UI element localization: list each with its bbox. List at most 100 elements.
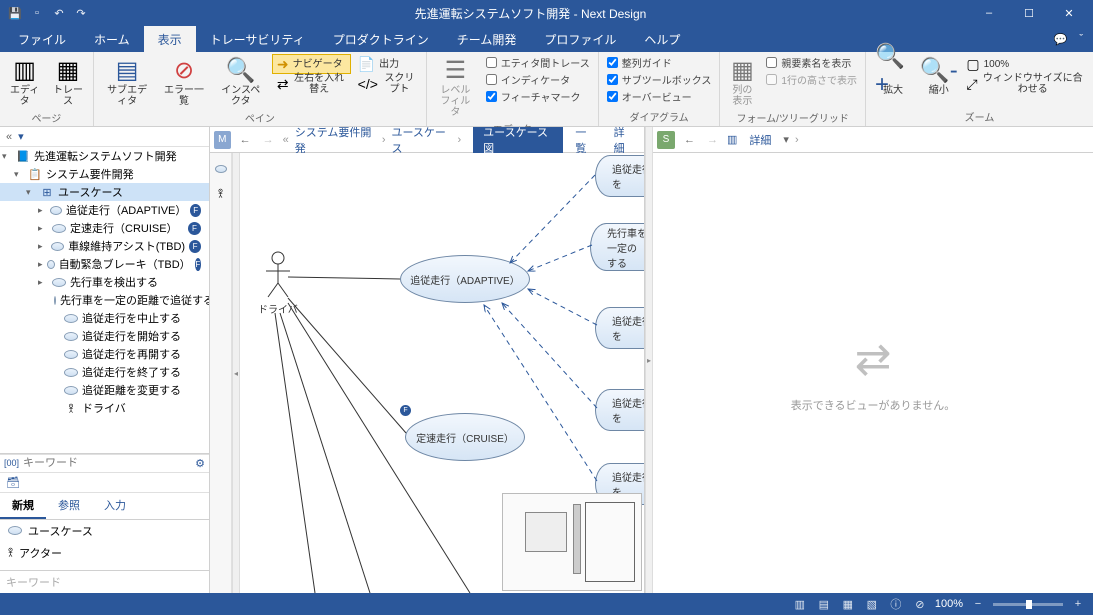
chk-subtoolbox[interactable]: サブツールボックス — [603, 71, 716, 88]
tool-actor[interactable]: 𖨆 — [213, 185, 229, 201]
status-layout1-icon[interactable]: ▥ — [791, 598, 809, 611]
zoom-in-button[interactable]: 🔍+拡大 — [870, 54, 916, 99]
tree-filter-input[interactable] — [23, 457, 191, 469]
sub-nav-back-icon[interactable]: ← — [681, 134, 698, 146]
status-error-icon[interactable]: ⊘ — [911, 598, 929, 611]
chk-parent-name[interactable]: 親要素名を表示 — [762, 54, 861, 71]
palette-tab-ref[interactable]: 参照 — [46, 493, 92, 519]
sub-nav-fwd-icon[interactable]: → — [704, 134, 721, 146]
subeditor-button[interactable]: ▤サブエディタ — [98, 54, 157, 110]
menu-team[interactable]: チーム開発 — [443, 26, 531, 52]
tree-item[interactable]: 追従走行を開始する — [0, 327, 209, 345]
inspector-button[interactable]: 🔍インスペクタ — [212, 54, 270, 110]
diagram-canvas[interactable]: ドライバ 追従走行（ADAPTIVE） F 定速走行（CRUISE） 追従走行を… — [240, 153, 644, 593]
uc-partial-3[interactable]: 追従走行を — [595, 307, 644, 349]
feature-badge: F — [400, 405, 411, 416]
zoom-out-button[interactable]: 🔍-縮小 — [918, 54, 959, 99]
status-zoom-out-icon[interactable]: − — [969, 598, 987, 610]
chk-align-guide[interactable]: 整列ガイド — [603, 54, 716, 71]
save-icon[interactable]: 💾 — [8, 7, 22, 20]
menu-profile[interactable]: プロファイル — [530, 26, 630, 52]
uc-partial-1[interactable]: 追従走行を — [595, 155, 644, 197]
uc-cruise[interactable]: 定速走行（CRUISE） — [405, 413, 525, 461]
chk-overview[interactable]: オーバービュー — [603, 88, 716, 105]
menu-traceability[interactable]: トレーサビリティ — [196, 26, 319, 52]
close-button[interactable]: ✕ — [1049, 7, 1089, 20]
tree-item[interactable]: 追従走行を中止する — [0, 309, 209, 327]
tree-folder-usecase[interactable]: ▾⊞ユースケース — [0, 183, 209, 201]
uc-partial-2[interactable]: 先行車を一定の する — [590, 223, 644, 271]
chevron-down-icon[interactable]: ▾ — [783, 133, 789, 146]
chk-featuremark[interactable]: フィーチャマーク — [482, 88, 594, 105]
tree-item[interactable]: ▸先行車を検出する — [0, 273, 209, 291]
undo-icon[interactable]: ↶ — [52, 7, 66, 20]
menu-home[interactable]: ホーム — [80, 26, 144, 52]
palette-tab-input[interactable]: 入力 — [92, 493, 138, 519]
menu-productline[interactable]: プロダクトライン — [319, 26, 443, 52]
status-layout3-icon[interactable]: ▦ — [839, 598, 857, 611]
breadcrumb-2[interactable]: ユースケース — [391, 127, 451, 156]
script-button[interactable]: </>スクリプト — [353, 74, 422, 94]
tree-root[interactable]: ▾📘先進運転システムソフト開発 — [0, 147, 209, 165]
usecase-icon — [8, 526, 22, 535]
status-zoom-slider[interactable] — [993, 603, 1063, 606]
menu-file[interactable]: ファイル — [4, 26, 80, 52]
palette-keyword[interactable]: キーワード — [0, 570, 209, 593]
center-right-collapser[interactable]: ▸ — [645, 127, 653, 593]
tree-item[interactable]: ▸追従走行（ADAPTIVE）F — [0, 201, 209, 219]
chk-editor-trace[interactable]: エティタ間トレース — [482, 54, 594, 71]
tree-actor-driver[interactable]: 𖨆ドライバ — [0, 399, 209, 417]
maximize-button[interactable]: ☐ — [1009, 7, 1049, 20]
breadcrumb-1[interactable]: システム要件開発 — [295, 127, 376, 156]
tool-usecase[interactable] — [213, 161, 229, 177]
feedback-icon[interactable]: 💬 — [1054, 33, 1068, 46]
menu-view[interactable]: 表示 — [144, 26, 196, 52]
palette-tab-new[interactable]: 新規 — [0, 493, 46, 519]
no-view-message: 表示できるビューがありません。 — [791, 397, 955, 413]
sub-view-detail[interactable]: 詳細 — [743, 129, 777, 151]
editor-page-button[interactable]: ▥エディタ — [4, 54, 45, 110]
tree-item[interactable]: ▸車線維持アシスト(TBD)F — [0, 237, 209, 255]
status-info-icon[interactable]: ⓘ — [887, 596, 905, 612]
tree-item[interactable]: 追従走行を終了する — [0, 363, 209, 381]
errors-button[interactable]: ⊘エラー一覧 — [158, 54, 209, 110]
minimap[interactable] — [502, 493, 642, 591]
filter-mode-icon[interactable]: [00] — [4, 458, 19, 468]
levelfilter-button[interactable]: ☰レベルフィルタ — [431, 54, 480, 121]
toolstrip-collapser[interactable]: ◂ — [232, 153, 240, 593]
swap-button[interactable]: ⇄左右を入れ替え — [272, 74, 351, 94]
filter-settings-icon[interactable]: ⚙ — [195, 457, 205, 470]
sub-view-icon[interactable]: ▥ — [727, 133, 737, 146]
tree-item[interactable]: 追従走行を再開する — [0, 345, 209, 363]
status-layout2-icon[interactable]: ▤ — [815, 598, 833, 611]
tree-package[interactable]: ▾📋システム要件開発 — [0, 165, 209, 183]
trace-page-button[interactable]: ▦トレース — [47, 54, 88, 110]
tree-collapse-icon[interactable]: « — [6, 131, 12, 143]
status-layout4-icon[interactable]: ▧ — [863, 598, 881, 611]
tree-item[interactable]: 追従距離を変更する — [0, 381, 209, 399]
menu-help[interactable]: ヘルプ — [630, 26, 694, 52]
redo-icon[interactable]: ↷ — [74, 7, 88, 20]
actor-driver-shape[interactable]: ドライバ — [258, 251, 298, 316]
tree-item[interactable]: 先行車を一定の距離で追従する — [0, 291, 209, 309]
uc-partial-4[interactable]: 追従走行を — [595, 389, 644, 431]
tree-menu-icon[interactable]: ▾ — [18, 130, 24, 143]
inspector-icon: 🔍 — [226, 57, 256, 85]
zoom-fit-button[interactable]: ⤢ウィンドウサイズに合わせる — [961, 74, 1089, 94]
ribbon-collapse-icon[interactable]: ˇ — [1079, 33, 1083, 45]
minimize-button[interactable]: ‒ — [969, 7, 1009, 20]
tree-item[interactable]: ▸定速走行（CRUISE）F — [0, 219, 209, 237]
uc-adaptive[interactable]: 追従走行（ADAPTIVE） — [400, 255, 530, 303]
columns-button[interactable]: ▦列の表示 — [724, 54, 760, 110]
chk-indicator[interactable]: インディケータ — [482, 71, 594, 88]
palette-actor[interactable]: 𖨆アクター — [0, 542, 209, 564]
tree-item[interactable]: ▸自動緊急ブレーキ（TBD）F — [0, 255, 209, 273]
zoom-pct-button[interactable]: ▢100% — [961, 54, 1089, 74]
nav-back-icon[interactable]: ← — [237, 134, 254, 146]
palette-usecase[interactable]: ユースケース — [0, 520, 209, 542]
usecase-icon — [47, 260, 55, 269]
status-zoom-in-icon[interactable]: + — [1069, 598, 1087, 610]
nav-fwd-icon[interactable]: → — [260, 134, 277, 146]
new-icon[interactable]: ▫ — [30, 7, 44, 20]
chk-one-row[interactable]: 1行の高さで表示 — [762, 71, 861, 88]
